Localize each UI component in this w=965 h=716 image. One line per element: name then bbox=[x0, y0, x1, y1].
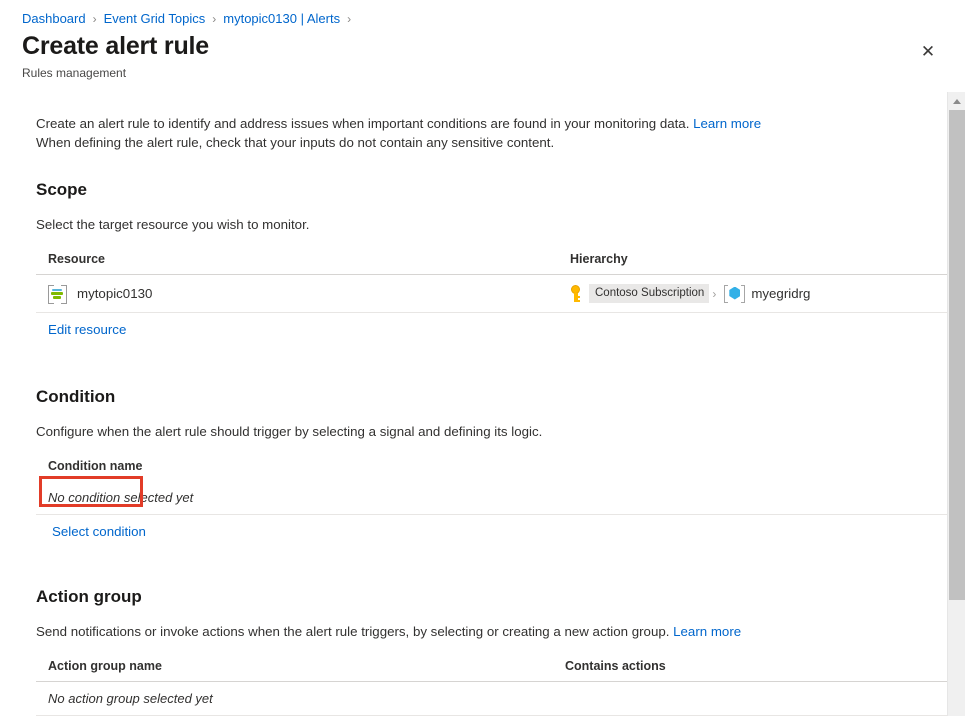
table-row: No action group selected yet bbox=[36, 682, 947, 716]
action-group-learn-more-link[interactable]: Learn more bbox=[673, 624, 741, 639]
table-row: No condition selected yet bbox=[36, 481, 947, 515]
condition-select-cell: Select condition bbox=[36, 515, 947, 549]
form-content: Create an alert rule to identify and add… bbox=[0, 92, 947, 716]
action-group-empty-message: No action group selected yet bbox=[36, 682, 553, 716]
intro-line-2: When defining the alert rule, check that… bbox=[36, 135, 554, 150]
key-icon bbox=[570, 285, 583, 302]
condition-table-header-row: Condition name bbox=[36, 459, 947, 481]
resource-group-cube-icon bbox=[724, 285, 745, 303]
condition-section-description: Configure when the alert rule should tri… bbox=[36, 422, 947, 441]
condition-table: Condition name No condition selected yet… bbox=[36, 459, 947, 548]
condition-select-row: Select condition bbox=[36, 515, 947, 549]
action-group-section-description: Send notifications or invoke actions whe… bbox=[36, 622, 947, 641]
action-group-section-title: Action group bbox=[36, 586, 947, 608]
breadcrumb-item-event-grid-topics[interactable]: Event Grid Topics bbox=[104, 11, 206, 27]
vertical-scrollbar[interactable] bbox=[947, 92, 965, 716]
table-row[interactable]: mytopic0130 Contoso Subscription › bbox=[36, 275, 947, 313]
page-title: Create alert rule bbox=[22, 31, 965, 62]
action-group-column-name: Action group name bbox=[36, 659, 553, 682]
subscription-chip: Contoso Subscription bbox=[589, 284, 709, 303]
action-group-description-text: Send notifications or invoke actions whe… bbox=[36, 624, 669, 639]
scope-resource-cell: mytopic0130 bbox=[36, 275, 558, 313]
scroll-up-arrow-icon[interactable] bbox=[948, 92, 965, 110]
select-condition-link[interactable]: Select condition bbox=[52, 524, 146, 539]
hierarchy-separator-icon: › bbox=[712, 287, 716, 301]
condition-column-name: Condition name bbox=[36, 459, 947, 481]
action-group-column-contains: Contains actions bbox=[553, 659, 947, 682]
breadcrumb-item-mytopic-alerts[interactable]: mytopic0130 | Alerts bbox=[223, 11, 340, 27]
condition-section-title: Condition bbox=[36, 386, 947, 408]
action-group-contains-cell bbox=[553, 682, 947, 716]
event-grid-topic-icon bbox=[48, 285, 67, 302]
scope-column-resource: Resource bbox=[36, 252, 558, 275]
page-subtitle: Rules management bbox=[22, 65, 965, 81]
breadcrumb-separator-icon: › bbox=[93, 11, 97, 27]
scope-table: Resource Hierarchy mytopic0130 bbox=[36, 252, 947, 346]
scope-edit-row: Edit resource bbox=[36, 313, 947, 347]
breadcrumb-separator-icon: › bbox=[347, 11, 351, 27]
edit-resource-link[interactable]: Edit resource bbox=[48, 322, 126, 337]
scope-table-header-row: Resource Hierarchy bbox=[36, 252, 947, 275]
scrollbar-thumb[interactable] bbox=[949, 110, 965, 600]
page-header: Create alert rule Rules management bbox=[0, 27, 965, 81]
condition-empty-message: No condition selected yet bbox=[36, 481, 947, 515]
intro-line-1: Create an alert rule to identify and add… bbox=[36, 116, 689, 131]
intro-text: Create an alert rule to identify and add… bbox=[36, 114, 947, 152]
breadcrumb-separator-icon: › bbox=[212, 11, 216, 27]
scope-resource-name: mytopic0130 bbox=[77, 286, 152, 301]
action-group-table-header-row: Action group name Contains actions bbox=[36, 659, 947, 682]
action-group-table: Action group name Contains actions No ac… bbox=[36, 659, 947, 716]
close-icon[interactable]: ✕ bbox=[915, 38, 941, 64]
intro-learn-more-link[interactable]: Learn more bbox=[693, 116, 761, 131]
breadcrumb: Dashboard › Event Grid Topics › mytopic0… bbox=[0, 0, 965, 27]
scope-section-description: Select the target resource you wish to m… bbox=[36, 215, 947, 234]
resource-group-name: myegridrg bbox=[751, 286, 810, 301]
breadcrumb-item-dashboard[interactable]: Dashboard bbox=[22, 11, 86, 27]
scope-section-title: Scope bbox=[36, 179, 947, 201]
scope-column-hierarchy: Hierarchy bbox=[558, 252, 947, 275]
scope-edit-cell: Edit resource bbox=[36, 313, 947, 347]
scope-hierarchy-cell: Contoso Subscription › myegridrg bbox=[558, 275, 947, 313]
